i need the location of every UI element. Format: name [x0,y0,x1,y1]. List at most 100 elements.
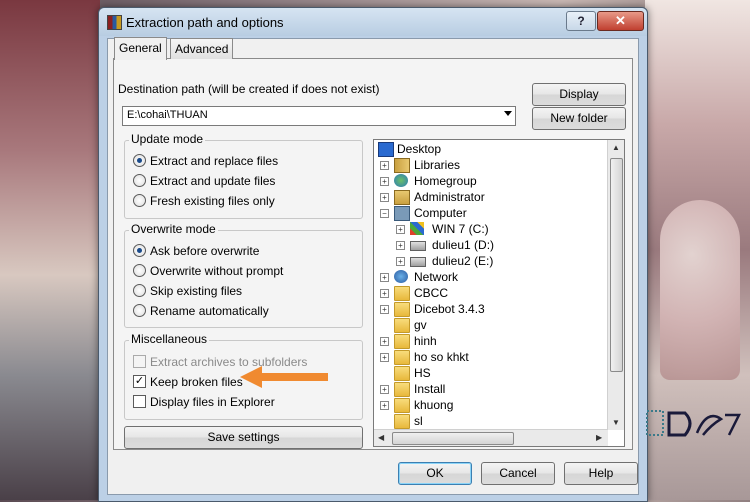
tree-label: hinh [414,334,437,348]
radio-icon[interactable] [133,174,146,188]
collapse-minus-icon[interactable]: − [380,209,389,218]
tree-item-homegroup[interactable]: + Homegroup [380,173,477,189]
radio-icon[interactable] [133,194,146,208]
tree-label: dulieu1 (D:) [432,238,495,252]
radio-selected-icon[interactable] [133,244,146,258]
background-left [0,0,100,500]
help-title-button[interactable]: ? [566,11,596,31]
tree-item-folder[interactable]: + ho so khkt [380,349,469,365]
tree-item-drive-e[interactable]: + dulieu2 (E:) [396,253,493,269]
expand-plus-icon[interactable]: + [380,273,389,282]
help-button[interactable]: Help [564,462,638,485]
tree-label: dulieu2 (E:) [432,254,494,268]
expand-plus-icon[interactable]: + [380,161,389,170]
tree-label: gv [414,318,427,332]
checkbox-disabled-icon [133,355,146,369]
drive-icon [410,241,426,251]
tree-label: Libraries [414,158,461,172]
expand-plus-icon[interactable]: + [380,289,389,298]
horizontal-scroll-thumb[interactable] [392,432,514,445]
expand-plus-icon[interactable]: + [380,177,389,186]
tree-item-folder[interactable]: HS [380,365,431,381]
close-button[interactable]: ✕ [597,11,644,31]
vertical-scrollbar[interactable]: ▲ ▼ [607,140,624,430]
radio-fresh-existing[interactable]: Fresh existing files only [133,193,275,209]
tree-item-desktop[interactable]: Desktop [378,141,441,157]
tree-label: WIN 7 (C:) [432,222,489,236]
tree-item-folder[interactable]: + Dicebot 3.4.3 [380,301,485,317]
ok-button[interactable]: OK [398,462,472,485]
radio-extract-update[interactable]: Extract and update files [133,173,275,189]
radio-icon[interactable] [133,284,146,298]
checkbox-keep-broken-files[interactable]: ✓ Keep broken files [133,374,243,390]
homegroup-icon [394,174,408,187]
expand-plus-icon[interactable]: + [380,385,389,394]
extraction-dialog: Extraction path and options ? ✕ General … [98,7,648,502]
destination-path-combobox[interactable]: E:\cohai\THUAN [122,106,516,126]
scroll-right-icon[interactable]: ▶ [596,433,602,442]
folder-icon [394,382,410,397]
radio-extract-replace[interactable]: Extract and replace files [133,153,278,169]
overwrite-mode-title: Overwrite mode [129,222,218,236]
folder-tree[interactable]: Desktop + Libraries + Homegroup + Admini… [373,139,625,447]
tree-label: ho so khkt [414,350,469,364]
cancel-button[interactable]: Cancel [481,462,555,485]
tree-item-drive-d[interactable]: + dulieu1 (D:) [396,237,494,253]
tree-item-drive-c[interactable]: + WIN 7 (C:) [396,221,489,237]
tree-item-network[interactable]: + Network [380,269,458,285]
tree-item-computer[interactable]: − Computer [380,205,467,221]
folder-icon [394,414,410,429]
folder-icon [394,318,410,333]
miscellaneous-title: Miscellaneous [129,332,210,346]
tree-label: Administrator [414,190,485,204]
radio-skip-existing[interactable]: Skip existing files [133,283,242,299]
tree-item-folder[interactable]: sl [380,413,423,429]
radio-overwrite-without-prompt[interactable]: Overwrite without prompt [133,263,283,279]
horizontal-scrollbar[interactable]: ◀ ▶ [374,429,608,446]
tree-item-folder[interactable]: + Install [380,381,445,397]
checkbox-display-in-explorer[interactable]: Display files in Explorer [133,394,275,410]
scroll-left-icon[interactable]: ◀ [378,433,384,442]
radio-ask-before-overwrite[interactable]: Ask before overwrite [133,243,259,259]
tab-general[interactable]: General [114,37,167,60]
scroll-down-icon[interactable]: ▼ [612,418,620,427]
expand-plus-icon[interactable]: + [380,353,389,362]
tree-item-folder[interactable]: + khuong [380,397,453,413]
save-settings-button[interactable]: Save settings [124,426,363,449]
tab-advanced[interactable]: Advanced [170,38,234,59]
folder-icon [394,366,410,381]
expand-plus-icon[interactable]: + [380,337,389,346]
radio-icon[interactable] [133,264,146,278]
vertical-scroll-thumb[interactable] [610,158,623,372]
folder-icon [394,302,410,317]
radio-icon[interactable] [133,304,146,318]
update-mode-title: Update mode [129,132,206,146]
windows-drive-icon [410,222,424,235]
new-folder-button[interactable]: New folder [532,107,626,130]
expand-plus-icon[interactable]: + [380,193,389,202]
chevron-down-icon[interactable] [504,111,512,116]
tree-label: sl [414,414,423,428]
tree-item-folder[interactable]: gv [380,317,427,333]
tree-item-folder[interactable]: + hinh [380,333,437,349]
tree-item-folder[interactable]: + CBCC [380,285,448,301]
expand-plus-icon[interactable]: + [380,305,389,314]
computer-icon [394,206,410,221]
display-button[interactable]: Display [532,83,626,106]
destination-path-value: E:\cohai\THUAN [127,109,208,121]
tree-item-libraries[interactable]: + Libraries [380,157,460,173]
checkmark-icon[interactable]: ✓ [133,375,146,389]
title-bar[interactable]: Extraction path and options ? ✕ [99,8,647,36]
radio-rename-automatically[interactable]: Rename automatically [133,303,269,319]
radio-label: Extract and replace files [150,154,279,168]
radio-selected-icon[interactable] [133,154,146,168]
checkbox-icon[interactable] [133,395,146,409]
expand-plus-icon[interactable]: + [380,401,389,410]
background-figure [660,200,740,380]
radio-label: Skip existing files [150,284,243,298]
tree-item-administrator[interactable]: + Administrator [380,189,485,205]
scroll-up-icon[interactable]: ▲ [612,143,620,152]
expand-plus-icon[interactable]: + [396,241,405,250]
expand-plus-icon[interactable]: + [396,225,405,234]
expand-plus-icon[interactable]: + [396,257,405,266]
